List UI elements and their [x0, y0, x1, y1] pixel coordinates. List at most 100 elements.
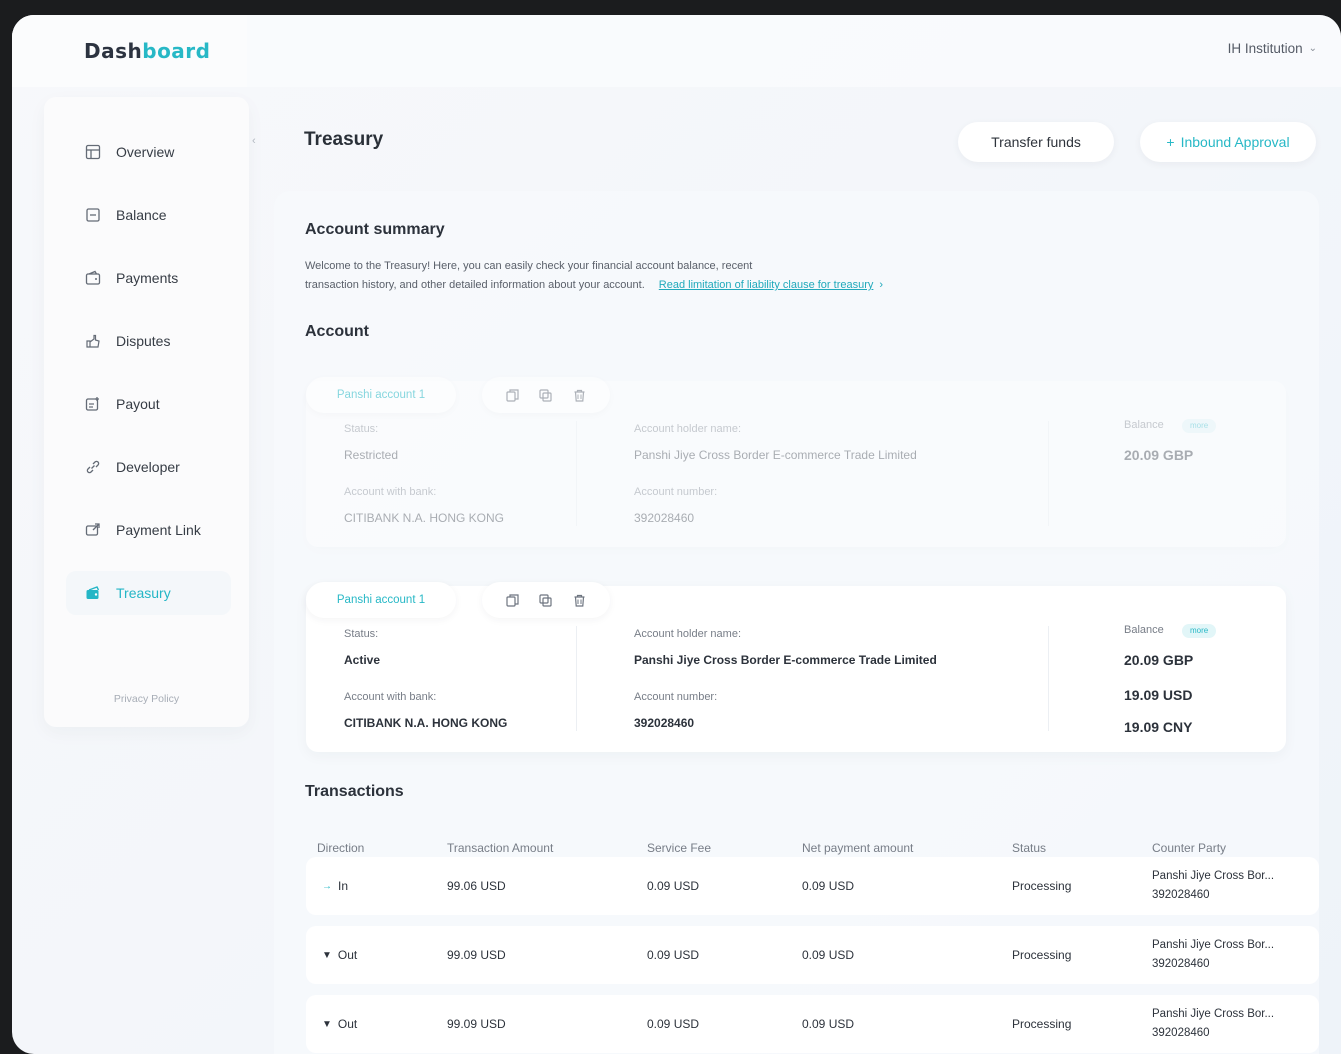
col-direction[interactable]: Direction [317, 841, 364, 855]
collapse-sidebar-icon[interactable]: ‹ [252, 135, 256, 147]
status-cell: Processing [1012, 948, 1072, 962]
bank-value: CITIBANK N.A. HONG KONG [344, 511, 505, 525]
col-counter-party[interactable]: Counter Party [1152, 841, 1226, 855]
status-value: Active [344, 653, 381, 667]
sidebar-item-label: Payment Link [116, 522, 201, 538]
direction-value: In [338, 879, 349, 893]
account-card-restricted: Status: Restricted Account with bank: CI… [306, 381, 1286, 547]
bank-label: Account with bank: [344, 691, 437, 703]
sidebar: Overview Balance Payments Disputes Payou… [44, 97, 249, 727]
account-tab-1[interactable]: Panshi account 1 [306, 377, 456, 413]
amount-cell: 99.09 USD [447, 948, 506, 962]
app-window: Dash board IH Institution ⌄ Overview Bala… [12, 15, 1341, 1054]
direction-cell: → In [322, 879, 348, 893]
status-cell: Processing [1012, 879, 1072, 893]
sidebar-item-balance[interactable]: Balance [66, 193, 231, 237]
chevron-right-icon: › [879, 279, 884, 291]
transfer-funds-button[interactable]: Transfer funds [958, 122, 1114, 162]
account-card-active: Status: Active Account with bank: CITIBA… [306, 586, 1286, 752]
account-summary-title: Account summary [305, 221, 445, 238]
status-cell: Processing [1012, 1017, 1072, 1031]
copy-icon[interactable] [505, 592, 521, 608]
sidebar-item-label: Overview [116, 144, 175, 160]
sidebar-item-payout[interactable]: Payout [66, 382, 231, 426]
sidebar-item-overview[interactable]: Overview [66, 130, 231, 174]
direction-cell: ▼ Out [322, 948, 357, 962]
direction-value: Out [337, 948, 358, 962]
net-cell: 0.09 USD [802, 1017, 855, 1031]
logo[interactable]: Dash board [12, 15, 247, 87]
chevron-down-icon: ⌄ [1308, 43, 1317, 54]
status-value: Restricted [344, 448, 399, 462]
status-label: Status: [344, 628, 379, 640]
hand-icon [84, 332, 102, 350]
sidebar-item-treasury[interactable]: Treasury [66, 571, 231, 615]
duplicate-icon[interactable] [538, 592, 554, 608]
sidebar-item-payment-link[interactable]: Payment Link [66, 508, 231, 552]
counter-party-name: Panshi Jiye Cross Bor... [1152, 1008, 1275, 1020]
balance-gbp: 20.09 GBP [1124, 652, 1194, 668]
bank-value: CITIBANK N.A. HONG KONG [344, 716, 508, 730]
net-cell: 0.09 USD [802, 948, 855, 962]
holder-value: Panshi Jiye Cross Border E-commerce Trad… [634, 653, 937, 667]
amount-cell: 99.09 USD [447, 1017, 506, 1031]
status-label: Status: [344, 423, 379, 435]
institution-label: IH Institution [1227, 41, 1303, 56]
account-summary-description: Welcome to the Treasury! Here, you can e… [305, 257, 1065, 295]
delete-icon[interactable] [571, 387, 587, 403]
counter-party-number: 392028460 [1152, 1027, 1210, 1039]
transactions-title: Transactions [305, 783, 404, 800]
more-badge[interactable]: more [1182, 624, 1217, 638]
counter-party-name: Panshi Jiye Cross Bor... [1152, 939, 1275, 951]
liability-clause-link[interactable]: Read limitation of liability clause for … [659, 279, 874, 291]
fee-cell: 0.09 USD [647, 879, 700, 893]
inbound-approval-button[interactable]: + Inbound Approval [1140, 122, 1316, 162]
col-service-fee[interactable]: Service Fee [647, 841, 711, 855]
balance-usd: 19.09 USD [1124, 687, 1193, 703]
sidebar-item-label: Payments [116, 270, 179, 286]
counter-party-name: Panshi Jiye Cross Bor... [1152, 870, 1275, 882]
sidebar-item-label: Disputes [116, 333, 171, 349]
holder-value: Panshi Jiye Cross Border E-commerce Trad… [634, 448, 917, 462]
holder-label: Account holder name: [634, 423, 742, 435]
col-transaction-amount[interactable]: Transaction Amount [447, 841, 553, 855]
institution-switcher[interactable]: IH Institution ⌄ [1228, 41, 1317, 56]
amount-cell: 99.06 USD [447, 879, 506, 893]
fee-cell: 0.09 USD [647, 1017, 700, 1031]
sidebar-item-payments[interactable]: Payments [66, 256, 231, 300]
sidebar-item-developer[interactable]: Developer [66, 445, 231, 489]
arrow-out-icon: ▼ [322, 1018, 332, 1030]
sidebar-item-disputes[interactable]: Disputes [66, 319, 231, 363]
balance-icon [84, 206, 102, 224]
col-status[interactable]: Status [1012, 841, 1046, 855]
copy-icon[interactable] [505, 387, 521, 403]
counter-party-cell: Panshi Jiye Cross Bor... 392028460 [1152, 936, 1274, 974]
counter-party-cell: Panshi Jiye Cross Bor... 392028460 [1152, 867, 1274, 905]
counter-party-number: 392028460 [1152, 958, 1210, 970]
fee-cell: 0.09 USD [647, 948, 700, 962]
account-number-label: Account number: [634, 691, 718, 703]
grid-icon [84, 143, 102, 161]
col-net-payment-amount[interactable]: Net payment amount [802, 841, 913, 855]
account-tab-2[interactable]: Panshi account 1 [306, 582, 456, 618]
net-cell: 0.09 USD [802, 879, 855, 893]
summary-text-line2: transaction history, and other detailed … [305, 279, 645, 291]
arrow-out-icon: ▼ [322, 949, 332, 961]
arrow-in-icon: → [322, 880, 332, 892]
wallet-icon [84, 269, 102, 287]
divider [576, 626, 577, 731]
summary-text-line2-wrap: transaction history, and other detailed … [305, 276, 1065, 295]
balance-cny: 19.09 CNY [1124, 719, 1193, 735]
divider [576, 421, 577, 526]
privacy-policy-link[interactable]: Privacy Policy [44, 693, 249, 705]
more-badge[interactable]: more [1182, 419, 1217, 433]
delete-icon[interactable] [571, 592, 587, 608]
account-tools-1 [482, 377, 610, 413]
duplicate-icon[interactable] [538, 387, 554, 403]
balance-label: Balance [1124, 419, 1164, 431]
account-number-value: 392028460 [634, 511, 695, 525]
balance-label: Balance [1124, 624, 1164, 636]
plus-icon: + [1166, 134, 1175, 150]
sidebar-item-label: Treasury [116, 585, 171, 601]
counter-party-cell: Panshi Jiye Cross Bor... 392028460 [1152, 1005, 1274, 1043]
